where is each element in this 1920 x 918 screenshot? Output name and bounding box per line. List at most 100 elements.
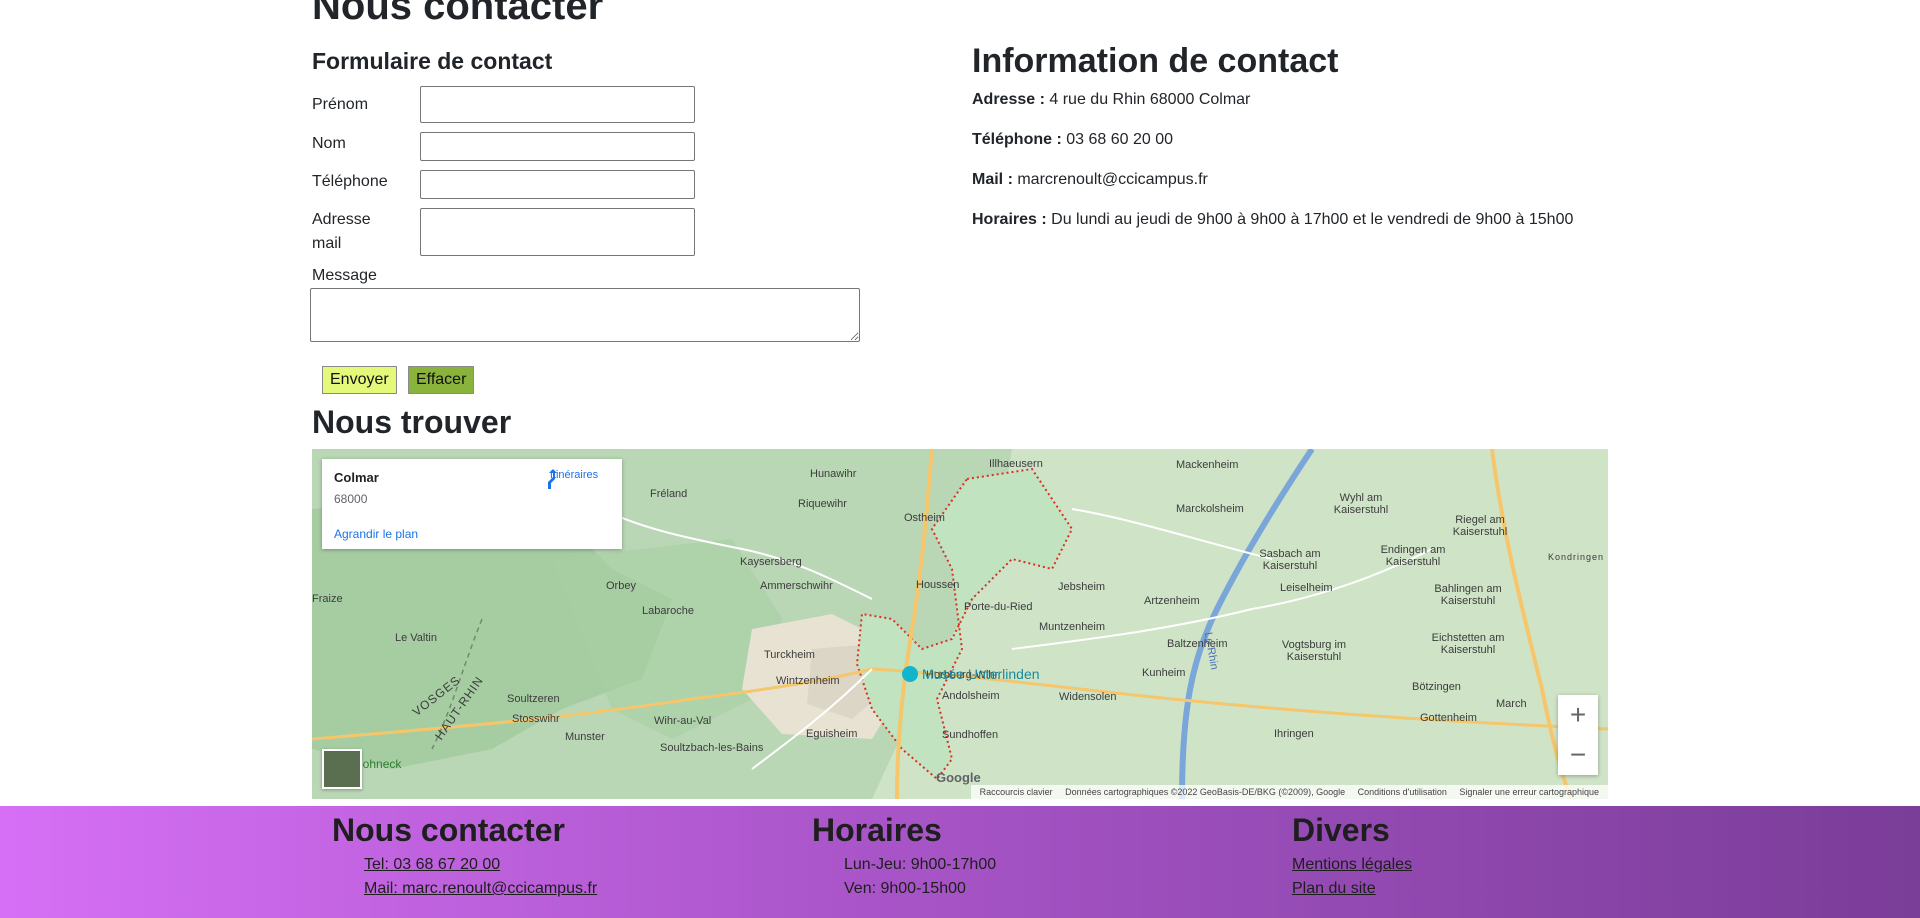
enlarge-map-link[interactable]: Agrandir le plan (334, 527, 418, 541)
site-footer: Nous contacter Tel: 03 68 67 20 00 Mail:… (0, 806, 1920, 918)
map-label-kondringen: Kondringen (1548, 552, 1605, 562)
info-phone: Téléphone : 03 68 60 20 00 (972, 131, 1173, 149)
map-label-ihringen: Ihringen (1274, 728, 1314, 740)
map-label-porte-du-ried: Porte-du-Ried (964, 601, 1033, 613)
map-label-fraize: Fraize (312, 593, 343, 605)
map-label-houssen: Houssen (916, 579, 960, 591)
footer-legal-link[interactable]: Mentions légales (1292, 856, 1412, 874)
footer-contact-title: Nous contacter (332, 812, 565, 848)
map-label-kaysersberg: Kaysersberg (740, 556, 802, 568)
directions-button[interactable]: Itinéraires (544, 469, 604, 489)
firstname-label: Prénom (312, 96, 369, 113)
map-label-marckolsheim: Marckolsheim (1176, 503, 1244, 515)
find-title: Nous trouver (312, 404, 512, 440)
info-title: Information de contact (972, 42, 1339, 80)
lastname-label: Nom (312, 135, 346, 152)
info-hours: Horaires : Du lundi au jeudi de 9h00 à 9… (972, 211, 1573, 229)
map-label-wihr-au-val: Wihr-au-Val (654, 715, 712, 727)
map-label-le-valtin: Le Valtin (395, 632, 437, 644)
map-label-ostheim: Ostheim (904, 512, 945, 524)
map-label-sundhoffen: Sundhoffen (942, 729, 999, 741)
footer-misc-title: Divers (1292, 812, 1390, 848)
footer-sitemap-link[interactable]: Plan du site (1292, 880, 1376, 898)
map-label-illhaeusern: Illhaeusern (989, 458, 1043, 470)
map-label-jebsheim: Jebsheim (1058, 581, 1106, 593)
map-label-ammerschwihr: Ammerschwihr (760, 580, 833, 592)
phone-label: Téléphone (312, 173, 388, 190)
page-title: Nous contacter (312, 0, 604, 28)
map-poi-museum-label: Musée Unterlinden (922, 666, 1040, 682)
map-label-riquewihr: Riquewihr (798, 498, 847, 510)
map-label-eguisheim: Eguisheim (806, 728, 858, 740)
map-embed[interactable]: Hunawihr Illhaeusern Mackenheim Fréland … (312, 449, 1608, 799)
terms-link[interactable]: Conditions d'utilisation (1358, 787, 1447, 797)
footer-hours-line1: Lun-Jeu: 9h00-17h00 (844, 856, 997, 873)
map-poi-museum[interactable]: Musée Unterlinden (902, 666, 1040, 682)
footer-hours-line2: Ven: 9h00-15h00 (844, 880, 966, 897)
map-label-munster: Munster (565, 731, 605, 743)
map-label-artzenheim: Artzenheim (1144, 595, 1200, 607)
info-address-value: 4 rue du Rhin 68000 Colmar (1049, 91, 1251, 108)
info-mail: Mail : marcrenoult@ccicampus.fr (972, 171, 1208, 189)
map-label-kunheim: Kunheim (1142, 667, 1186, 679)
museum-icon (902, 666, 918, 682)
zoom-in-button[interactable]: + (1558, 695, 1598, 735)
send-button[interactable]: Envoyer (322, 366, 397, 394)
footer-hours-title: Horaires (812, 812, 942, 848)
info-hours-label: Horaires : (972, 211, 1047, 228)
map-label-baltzenheim: Baltzenheim (1167, 638, 1228, 650)
map-label-bahlingen: Bahlingen am Kaiserstuhl (1434, 583, 1502, 607)
message-textarea[interactable] (310, 288, 860, 342)
footer-mail-link[interactable]: Mail: marc.renoult@ccicampus.fr (364, 880, 597, 898)
place-name: Colmar (334, 470, 379, 485)
map-label-leiselheim: Leiselheim (1280, 582, 1333, 594)
map-label-wyhl: Wyhl am Kaiserstuhl (1333, 492, 1389, 516)
info-mail-value: marcrenoult@ccicampus.fr (1017, 171, 1208, 188)
map-label-gottenheim: Gottenheim (1420, 712, 1477, 724)
map-place-card: Colmar 68000 Itinéraires Agrandir le pla… (322, 459, 622, 549)
map-attribution: Raccourcis clavier Données cartographiqu… (970, 785, 1608, 799)
map-label-march: March (1496, 698, 1527, 710)
phone-input[interactable] (420, 170, 695, 199)
map-footer: Raccourcis clavier Données cartographiqu… (312, 785, 1608, 799)
google-logo: Google (936, 770, 981, 785)
map-label-hunawihr: Hunawihr (810, 468, 857, 480)
info-mail-label: Mail : (972, 171, 1013, 188)
map-label-andolsheim: Andolsheim (942, 690, 1000, 702)
firstname-input[interactable] (420, 86, 695, 123)
info-hours-value: Du lundi au jeudi de 9h00 à 9h00 à 17h00… (1051, 211, 1574, 228)
info-address: Adresse : 4 rue du Rhin 68000 Colmar (972, 91, 1250, 109)
info-phone-label: Téléphone : (972, 131, 1062, 148)
place-zip: 68000 (334, 492, 368, 506)
map-label-muntzenheim: Muntzenheim (1039, 621, 1106, 633)
zoom-control: + − (1558, 695, 1598, 775)
email-input[interactable] (420, 208, 695, 256)
map-label-eichstetten: Eichstetten am Kaiserstuhl (1431, 632, 1505, 656)
email-label: Adresse mail (312, 208, 371, 256)
map-label-botzingen: Bötzingen (1412, 681, 1461, 693)
zoom-out-button[interactable]: − (1558, 735, 1598, 775)
map-label-stosswihr: Stosswihr (512, 713, 560, 725)
map-label-orbey: Orbey (606, 580, 636, 592)
form-title: Formulaire de contact (312, 48, 553, 74)
report-error-link[interactable]: Signaler une erreur cartographique (1459, 787, 1599, 797)
keyboard-shortcuts-link[interactable]: Raccourcis clavier (980, 787, 1053, 797)
satellite-toggle[interactable] (322, 749, 362, 789)
directions-icon (548, 469, 557, 489)
message-label: Message (312, 267, 377, 284)
info-address-label: Adresse : (972, 91, 1045, 108)
map-label-wintzenheim: Wintzenheim (776, 675, 840, 687)
info-phone-value: 03 68 60 20 00 (1066, 131, 1173, 148)
map-label-mackenheim: Mackenheim (1176, 459, 1239, 471)
footer-tel-link[interactable]: Tel: 03 68 67 20 00 (364, 856, 500, 874)
map-label-widensolen: Widensolen (1059, 691, 1117, 703)
map-label-turckheim: Turckheim (764, 649, 815, 661)
email-label-line1: Adresse (312, 211, 371, 228)
lastname-input[interactable] (420, 132, 695, 161)
map-label-endingen: Endingen am Kaiserstuhl (1380, 544, 1446, 568)
clear-button[interactable]: Effacer (408, 366, 475, 394)
map-label-vogtsburg: Vogtsburg im Kaiserstuhl (1281, 639, 1347, 663)
email-label-line2: mail (312, 235, 342, 252)
map-label-riegel: Riegel am Kaiserstuhl (1452, 514, 1508, 538)
map-label-sasbach: Sasbach am Kaiserstuhl (1259, 548, 1321, 572)
